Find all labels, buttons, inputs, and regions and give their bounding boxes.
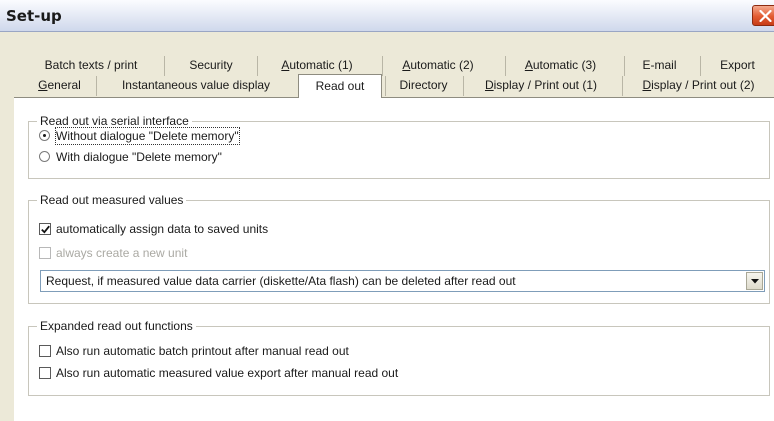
checkbox[interactable] [39, 345, 51, 357]
group-serial-interface: Read out via serial interface Without di… [28, 114, 770, 179]
tab-batch-texts-print[interactable]: Batch texts / print [18, 56, 164, 76]
title-bar[interactable]: Set-up [0, 0, 774, 32]
checkbox-label: Also run automatic batch printout after … [56, 344, 349, 358]
tab-export[interactable]: Export [700, 56, 774, 76]
tab-read-out[interactable]: Read out [298, 74, 382, 98]
tab-row-back: Batch texts / print Security Automatic (… [0, 56, 774, 76]
tab-directory[interactable]: Directory [385, 76, 461, 96]
tab-instantaneous-value-display[interactable]: Instantaneous value display [96, 76, 295, 96]
tab-email[interactable]: E-mail [624, 56, 694, 76]
group-title: Read out measured values [37, 193, 187, 207]
checkbox[interactable] [39, 367, 51, 379]
checkbox[interactable] [39, 223, 51, 235]
checkmark-icon [41, 225, 50, 234]
tab-automatic-3[interactable]: Automatic (3) [505, 56, 615, 76]
close-button[interactable] [752, 5, 774, 26]
group-expanded-functions: Expanded read out functions Also run aut… [28, 319, 770, 396]
tab-display-print-out-1[interactable]: Display / Print out (1) [463, 76, 618, 96]
close-icon [759, 10, 772, 22]
delete-carrier-dropdown[interactable]: Request, if measured value data carrier … [40, 270, 765, 292]
tab-automatic-1[interactable]: Automatic (1) [257, 56, 376, 76]
window-title: Set-up [6, 7, 62, 25]
tab-security[interactable]: Security [164, 56, 257, 76]
radio-button[interactable] [39, 151, 50, 162]
radio-label: With dialogue "Delete memory" [56, 150, 222, 164]
checkbox-label: Also run automatic measured value export… [56, 366, 399, 380]
radio-label: Without dialogue "Delete memory" [55, 127, 240, 145]
checkbox-label: automatically assign data to saved units [56, 222, 269, 236]
radio-button-selected[interactable] [39, 130, 50, 141]
tab-general[interactable]: General [25, 76, 94, 96]
checkbox-disabled [39, 247, 51, 259]
tab-row-front: General Instantaneous value display Read… [0, 74, 774, 98]
group-title: Read out via serial interface [37, 114, 192, 128]
setup-dialog: Set-up Batch texts / print Security Auto… [0, 0, 774, 421]
tab-automatic-2[interactable]: Automatic (2) [382, 56, 493, 76]
checkbox-label: always create a new unit [56, 246, 188, 260]
group-title: Expanded read out functions [37, 319, 196, 333]
tab-display-print-out-2[interactable]: Display / Print out (2) [622, 76, 774, 96]
dropdown-value: Request, if measured value data carrier … [46, 274, 516, 288]
chevron-down-icon [751, 279, 759, 284]
dropdown-button[interactable] [746, 272, 763, 290]
